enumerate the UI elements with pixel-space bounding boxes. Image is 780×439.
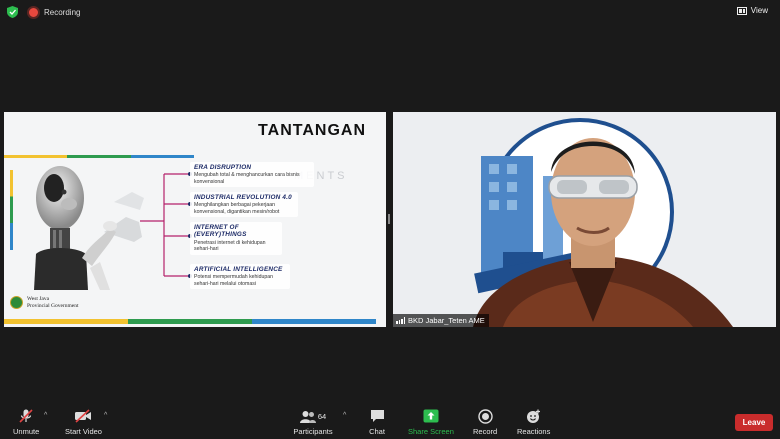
meeting-toolbar: Unmute ^ Start Video ^ 64 Participants ^… <box>0 404 780 439</box>
participants-button[interactable]: 64 Participants <box>293 407 333 436</box>
start-video-label: Start Video <box>65 427 102 436</box>
participants-options-caret-icon[interactable]: ^ <box>343 412 346 419</box>
slide-item-text: Penetrasi internet di kehidupan sehari-h… <box>194 239 266 253</box>
recording-indicator[interactable]: Recording <box>27 6 80 19</box>
slide-item-text: Potensi mempermudah kehidupan sehari-har… <box>194 274 274 287</box>
chat-label: Chat <box>369 427 385 436</box>
branch-connector-lines <box>140 172 192 278</box>
tile-divider-handle[interactable] <box>388 214 390 224</box>
view-label: View <box>750 6 768 15</box>
slide-item-heading: INDUSTRIAL REVOLUTION 4.0 <box>194 194 292 201</box>
record-button[interactable]: Record <box>473 407 497 436</box>
speaker-video-tile[interactable]: BKD Jabar_Teten AME <box>393 112 776 327</box>
logo-line-1: West Java <box>27 296 50 302</box>
slide-item-artificial-intelligence: ARTIFICIAL INTELLIGENCE Potensi mempermu… <box>190 264 290 290</box>
reactions-label: Reactions <box>517 427 551 436</box>
west-java-seal-icon <box>10 296 23 310</box>
share-screen-icon <box>423 409 439 423</box>
slide-item-heading: ARTIFICIAL INTELLIGENCE <box>194 266 283 273</box>
speaker-name: BKD Jabar_Teten AME <box>408 316 485 325</box>
view-button[interactable]: View <box>733 4 772 17</box>
participants-icon <box>299 410 316 423</box>
start-video-button[interactable]: Start Video <box>65 407 102 436</box>
share-screen-label: Share Screen <box>408 427 454 436</box>
chat-button[interactable]: Chat <box>366 407 388 436</box>
leave-button[interactable]: Leave <box>735 414 773 431</box>
security-shield-icon[interactable] <box>7 6 18 18</box>
logo-line-2: Provincial Government <box>27 302 79 309</box>
slide-item-text: Mengubah total & menghancurkan cara bisn… <box>194 172 300 185</box>
slide-item-heading: INTERNET OF (EVERY)THINGS <box>194 224 247 239</box>
share-screen-button[interactable]: Share Screen <box>408 407 454 436</box>
reactions-button[interactable]: Reactions <box>517 407 550 436</box>
slide-item-heading: ERA DISRUPTION <box>194 164 252 171</box>
video-off-icon <box>75 409 92 423</box>
slide-bottom-stripe <box>4 319 376 324</box>
record-label: Record <box>473 427 498 436</box>
west-java-logo: West Java Provincial Government <box>10 296 79 310</box>
chat-icon <box>370 410 384 422</box>
participants-label: Participants <box>293 427 333 436</box>
speaker-name-tag: BKD Jabar_Teten AME <box>393 314 489 327</box>
unmute-label: Unmute <box>13 427 40 436</box>
grid-view-icon <box>736 6 747 15</box>
slide-item-text: Menghilangkan berbagai pekerjaan konvens… <box>194 202 280 215</box>
muted-microphone-icon <box>19 409 33 423</box>
slide-item-internet-of-things: INTERNET OF (EVERY)THINGS Penetrasi inte… <box>190 222 282 255</box>
reactions-emoji-icon <box>527 409 541 423</box>
video-options-caret-icon[interactable]: ^ <box>104 412 107 419</box>
record-icon <box>477 408 493 424</box>
top-bar: Recording View <box>0 0 780 24</box>
signal-strength-icon <box>396 317 405 324</box>
unmute-button[interactable]: Unmute <box>13 407 39 436</box>
recording-dot-icon <box>27 6 40 19</box>
shared-slide-tile[interactable]: TANTANGAN MENTS ERA DISRUPTION Mengubah … <box>4 112 386 327</box>
recording-label: Recording <box>44 8 81 17</box>
audio-options-caret-icon[interactable]: ^ <box>44 412 47 419</box>
slide-item-industrial-revolution: INDUSTRIAL REVOLUTION 4.0 Menghilangkan … <box>190 192 298 218</box>
speaker-video-frame <box>393 112 776 327</box>
slide-item-era-disruption: ERA DISRUPTION Mengubah total & menghanc… <box>190 162 314 188</box>
participants-count: 64 <box>317 411 327 421</box>
zoom-meeting-window: Recording View TANTANGAN MENTS ERA DISRU… <box>0 0 780 439</box>
